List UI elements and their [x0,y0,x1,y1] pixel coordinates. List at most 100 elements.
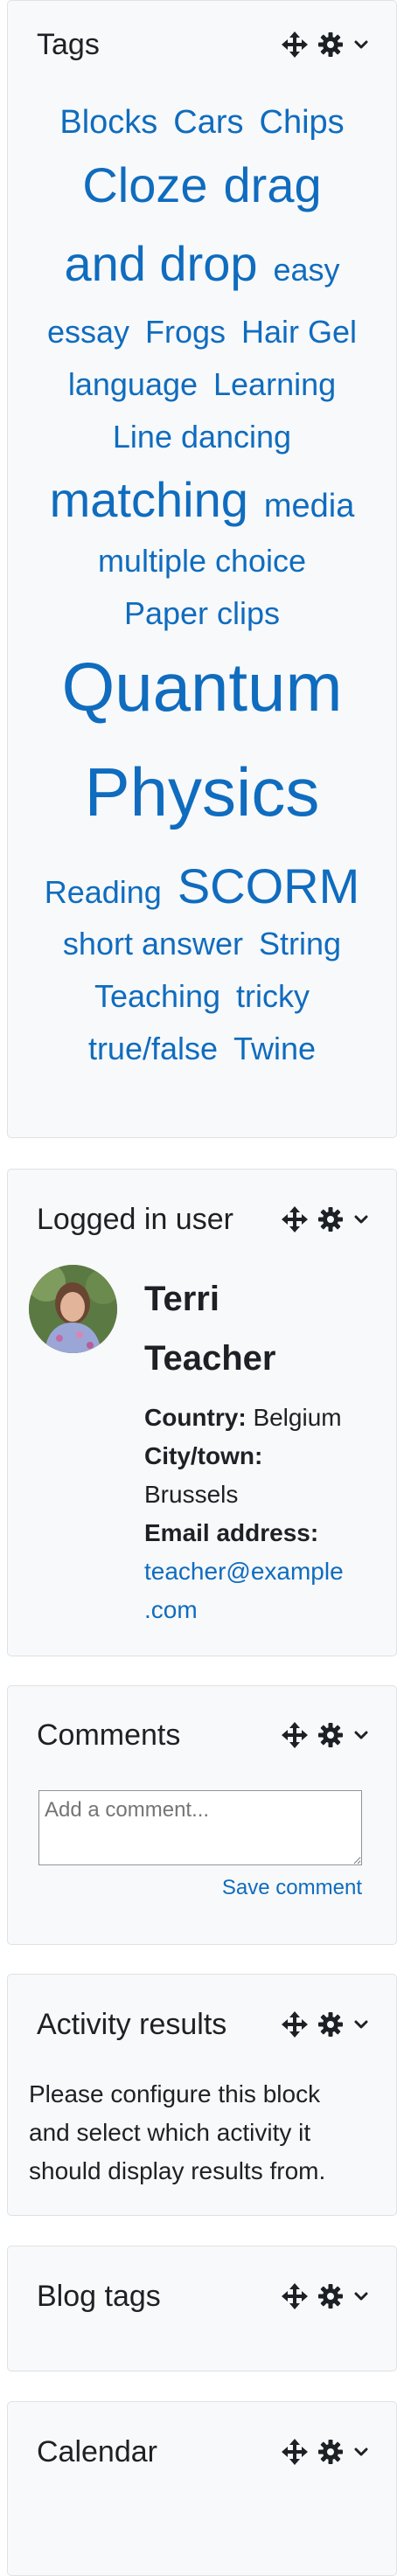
user-firstname: Terri [144,1280,219,1318]
tag-link[interactable]: language [68,366,198,403]
block-title: Blog tags [37,2279,161,2313]
country-label: Country: [144,1404,247,1431]
chevron-down-icon[interactable] [352,1211,370,1228]
user-fullname: Terri Teacher [144,1269,275,1388]
activity-message-line: and select which activity it [29,2119,311,2146]
calendar-block-header: Calendar [37,2434,370,2469]
activity-message-line: Please configure this block [29,2080,321,2107]
tag-line: Physics [27,753,377,858]
block-controls [281,2438,370,2466]
tag-line: essay Frogs Hair Gel [27,314,377,366]
tag-line: language Learning [27,366,377,419]
tag-link[interactable]: Cars [173,104,243,142]
chevron-down-icon[interactable] [352,2288,370,2305]
tag-link[interactable]: multiple choice [98,543,306,580]
tag-link[interactable]: easy [274,252,340,288]
email-link-line1[interactable]: teacher@example [144,1552,380,1591]
blog-tags-block: Blog tags [7,2246,397,2371]
tag-link[interactable]: Blocks [59,104,157,142]
tag-link[interactable]: Physics [85,753,320,832]
gear-icon[interactable] [317,1722,344,1748]
tag-link[interactable]: drag [224,156,322,213]
tag-line: Cloze drag [27,156,377,235]
gear-icon[interactable] [317,2283,344,2309]
block-title: Calendar [37,2434,157,2468]
tag-link[interactable]: true/false [88,1031,218,1067]
block-controls [281,1721,370,1749]
tag-line: matching media [27,471,377,543]
block-title: Activity results [37,2007,227,2041]
avatar[interactable] [29,1265,117,1353]
tag-link[interactable]: String [259,926,341,962]
move-icon[interactable] [281,2282,309,2310]
tags-block-header: Tags [37,27,370,62]
tags-block: Tags Blocks Cars Chips Cloze drag and dr… [7,0,397,1138]
chevron-down-icon[interactable] [352,36,370,53]
tag-line: Teaching tricky [27,978,377,1031]
city-label: City/town: [144,1442,263,1469]
tag-line: short answer String [27,926,377,978]
tag-link[interactable]: Hair Gel [241,314,357,351]
activity-config-message: Please configure this block and select w… [29,2075,379,2191]
tag-line: Blocks Cars Chips [27,104,377,156]
email-link[interactable]: teacher@example .com [144,1552,380,1629]
tag-link[interactable]: SCORM [178,858,359,914]
block-title: Logged in user [37,1202,233,1236]
tag-line: and drop easy [27,235,377,314]
tag-link[interactable]: Frogs [145,314,226,351]
tag-link[interactable]: Cloze [82,156,207,213]
tag-line: true/false Twine [27,1031,377,1083]
tag-link[interactable]: and drop [64,235,257,292]
country-row: Country: Belgium [144,1399,380,1437]
tag-link[interactable]: Teaching [94,978,220,1015]
tag-line: Quantum [27,648,377,753]
block-title: Comments [37,1718,181,1752]
save-comment-link[interactable]: Save comment [222,1876,362,1900]
email-link-line2[interactable]: .com [144,1591,380,1629]
tag-link[interactable]: Twine [233,1031,316,1067]
gear-icon[interactable] [317,1206,344,1232]
tag-link[interactable]: matching [50,471,248,528]
activity-message-line: should display results from. [29,2157,326,2184]
block-controls [281,31,370,59]
tag-link[interactable]: essay [47,314,129,351]
tag-link[interactable]: Learning [213,366,336,403]
move-icon[interactable] [281,2438,309,2466]
chevron-down-icon[interactable] [352,2443,370,2461]
tag-link[interactable]: Paper clips [124,595,280,632]
block-controls [281,1205,370,1233]
move-icon[interactable] [281,1721,309,1749]
user-block-header: Logged in user [37,1202,370,1237]
gear-icon[interactable] [317,2011,344,2038]
calendar-block: Calendar [7,2401,397,2576]
block-controls [281,2282,370,2310]
move-icon[interactable] [281,1205,309,1233]
tag-link[interactable]: short answer [63,926,243,962]
city-value: Brussels [144,1481,239,1508]
activity-block-header: Activity results [37,2007,370,2042]
city-label-row: City/town: [144,1437,380,1475]
chevron-down-icon[interactable] [352,2016,370,2033]
move-icon[interactable] [281,2010,309,2038]
move-icon[interactable] [281,31,309,59]
gear-icon[interactable] [317,2439,344,2465]
email-label-row: Email address: [144,1514,380,1552]
tag-cloud: Blocks Cars Chips Cloze drag and drop easy essa… [27,104,377,1083]
tag-link[interactable]: Reading [45,874,162,911]
tag-line: multiple choice [27,543,377,595]
gear-icon[interactable] [317,31,344,58]
chevron-down-icon[interactable] [352,1726,370,1744]
tag-link[interactable]: Line dancing [113,419,291,455]
comments-block-header: Comments [37,1718,370,1753]
comment-input[interactable] [38,1790,362,1865]
tag-line: Reading SCORM [27,858,377,926]
block-title: Tags [37,27,100,61]
tag-link[interactable]: Quantum [62,648,343,727]
tag-link[interactable]: Chips [260,104,345,142]
tag-line: Line dancing [27,419,377,471]
tag-link[interactable]: tricky [236,978,310,1015]
user-details: Country: Belgium City/town: Brussels Ema… [144,1399,380,1629]
tag-link[interactable]: media [264,488,355,525]
country-value: Belgium [253,1404,342,1431]
blog-tags-block-header: Blog tags [37,2279,370,2314]
